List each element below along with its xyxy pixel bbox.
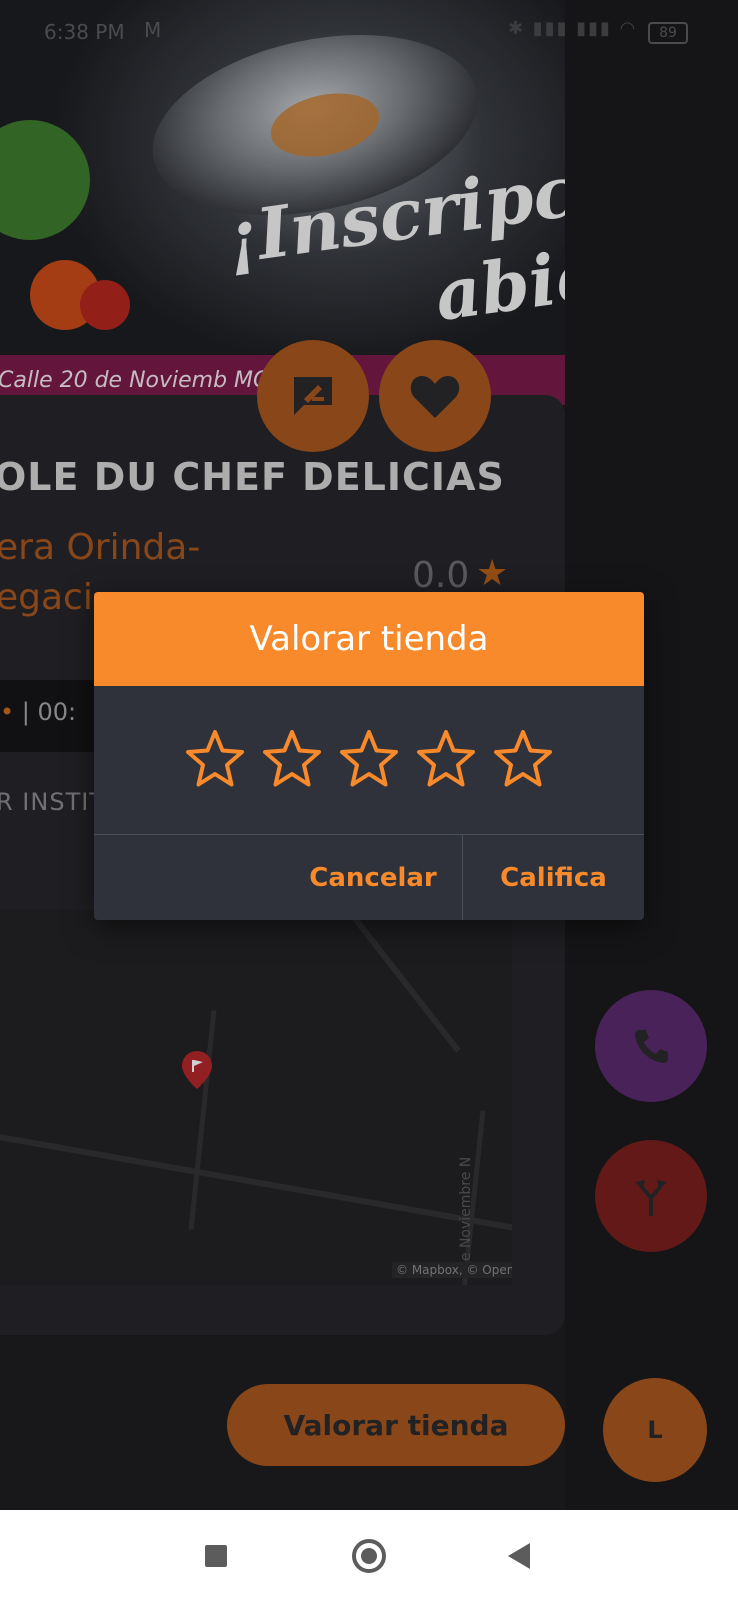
- recents-button[interactable]: [205, 1545, 227, 1567]
- star-4-icon[interactable]: [415, 728, 477, 790]
- home-button[interactable]: [352, 1539, 386, 1573]
- star-rating[interactable]: [184, 728, 554, 790]
- star-1-icon[interactable]: [184, 728, 246, 790]
- cancel-button[interactable]: Cancelar: [284, 835, 462, 920]
- dialog-title: Valorar tienda: [249, 619, 489, 659]
- screen: ¡Inscripcio abie Calle 20 de Noviemb MCA…: [0, 0, 738, 1600]
- star-5-icon[interactable]: [492, 728, 554, 790]
- star-2-icon[interactable]: [261, 728, 323, 790]
- rate-store-dialog: Valorar tienda Cancelar Califica: [94, 592, 644, 920]
- star-3-icon[interactable]: [338, 728, 400, 790]
- dialog-header: Valorar tienda: [94, 592, 644, 686]
- submit-rating-button[interactable]: Califica: [463, 835, 644, 920]
- back-button[interactable]: [508, 1543, 530, 1569]
